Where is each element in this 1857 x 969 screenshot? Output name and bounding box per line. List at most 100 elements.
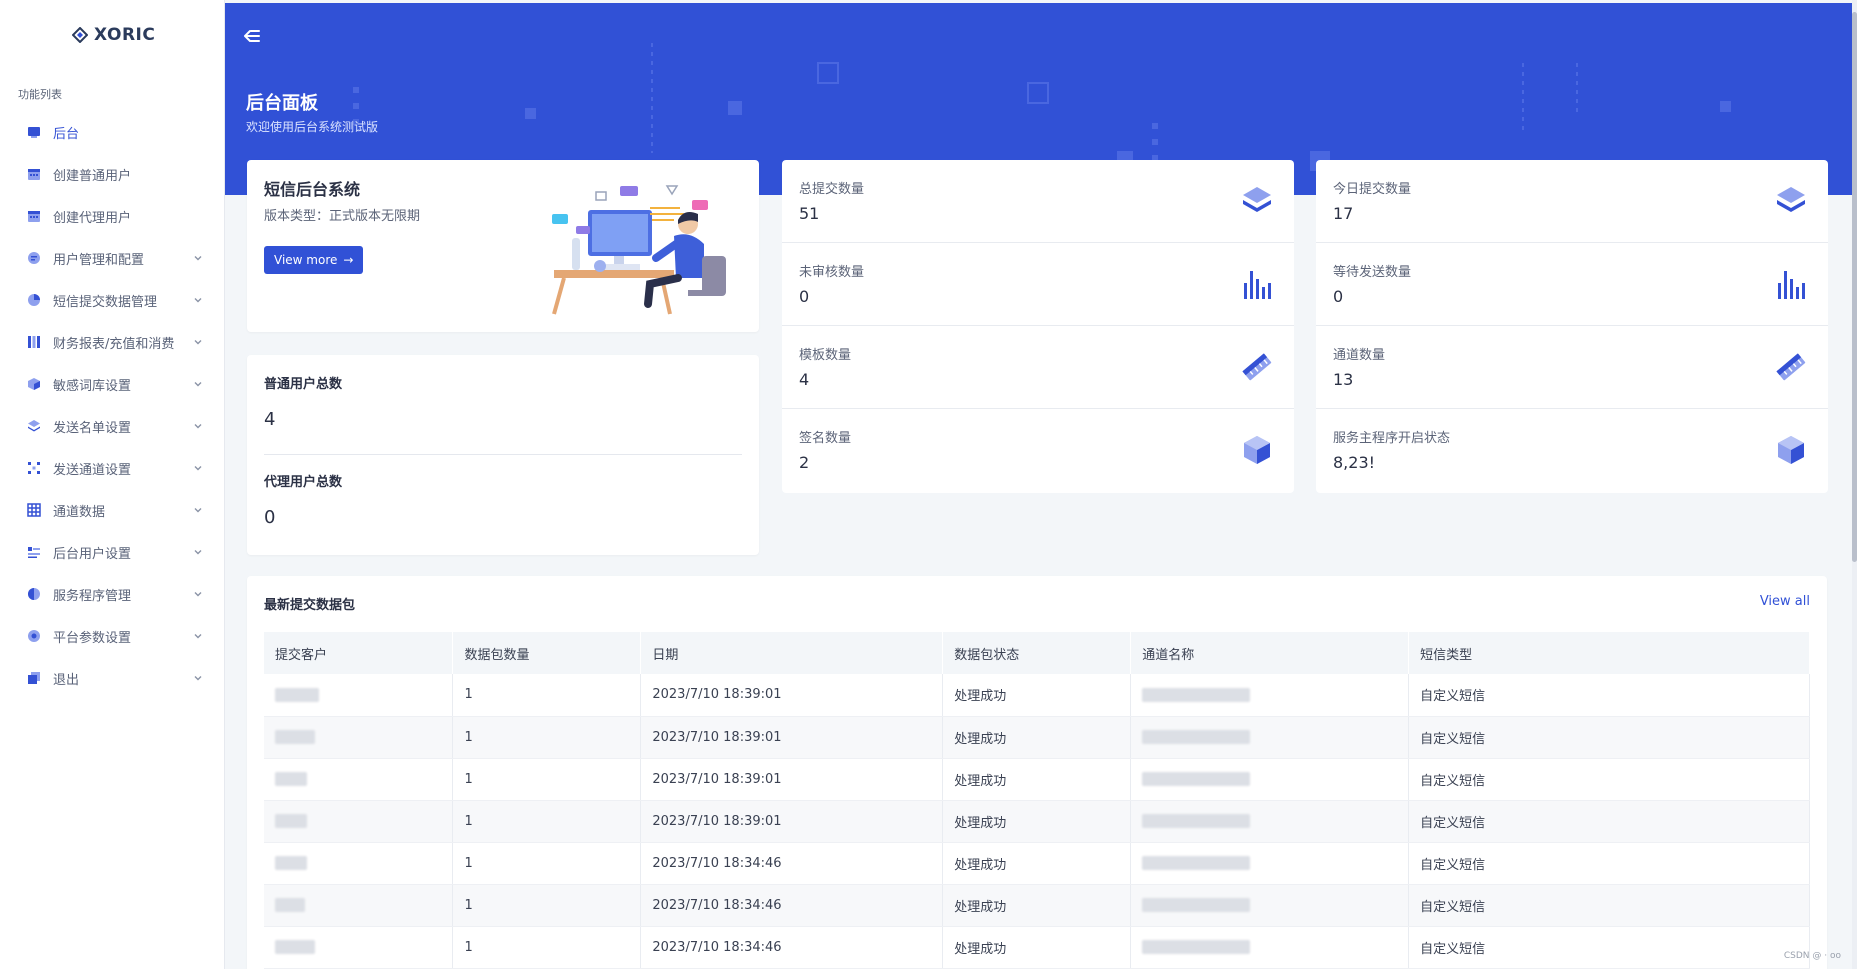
stat-label: 等待发送数量	[1333, 265, 1412, 280]
table-row[interactable]: 1 2023/7/10 18:39:01 处理成功 自定义短信	[264, 674, 1810, 717]
table-row[interactable]: 1 2023/7/10 18:39:01 处理成功 自定义短信	[264, 716, 1810, 759]
count-cell: 1	[452, 842, 642, 885]
channel-cell	[1130, 800, 1410, 843]
sidebar-menu: 后台创建普通用户创建代理用户 用户管理和配置 短信提交数据管理财务报表/充值和消费敏…	[0, 111, 225, 699]
customer-cell	[264, 800, 454, 843]
sidebar-item-4[interactable]: 短信提交数据管理	[0, 279, 225, 321]
bar-chart-icon	[1244, 271, 1271, 299]
type-cell: 自定义短信	[1408, 758, 1810, 801]
sidebar-item-10[interactable]: 后台用户设置	[0, 531, 225, 573]
sidebar-caption: 功能列表	[18, 88, 62, 101]
stat-tile: 服务主程序开启状态 8,23!	[1316, 409, 1828, 492]
status-cell: 处理成功	[942, 842, 1132, 885]
sidebar-item-12[interactable]: 平台参数设置	[0, 615, 225, 657]
stat-value: 4	[799, 370, 810, 389]
column-header[interactable]: 数据包数量	[452, 632, 642, 674]
sidebar-item-label: 发送通道设置	[53, 462, 132, 478]
channel-cell	[1130, 716, 1410, 759]
agent-users-value: 0	[264, 507, 276, 528]
copy-icon	[28, 672, 40, 684]
redacted-customer	[275, 687, 319, 702]
stat-value: 51	[799, 204, 820, 223]
ruler-icon	[1776, 353, 1806, 381]
layers-icon	[1243, 187, 1271, 212]
count-cell: 1	[452, 674, 642, 717]
view-all-link[interactable]: View all	[1760, 594, 1810, 609]
customer-cell	[264, 674, 454, 717]
sidebar-item-label: 退出	[53, 672, 80, 688]
table-header-row: 提交客户 数据包数量 日期 数据包状态 通道名称 短信类型	[264, 632, 1810, 674]
normal-users-label: 普通用户总数	[264, 377, 343, 392]
stat-label: 通道数量	[1333, 348, 1386, 363]
sidebar-item-0[interactable]: 后台	[0, 111, 225, 153]
chevron-down-icon	[194, 382, 202, 387]
column-header[interactable]: 提交客户	[264, 632, 454, 674]
type-cell: 自定义短信	[1408, 842, 1810, 885]
date-cell: 2023/7/10 18:34:46	[640, 842, 944, 885]
sidebar-item-label: 敏感词库设置	[53, 378, 132, 394]
sidebar-item-7[interactable]: 发送名单设置	[0, 405, 225, 447]
chevron-down-icon	[194, 256, 202, 261]
type-cell: 自定义短信	[1408, 926, 1810, 969]
column-header[interactable]: 日期	[640, 632, 944, 674]
chevron-down-icon	[194, 466, 202, 471]
list-icon	[28, 547, 40, 558]
sidebar-item-11[interactable]: 服务程序管理	[0, 573, 225, 615]
status-cell: 处理成功	[942, 716, 1132, 759]
packets-table: 提交客户 数据包数量 日期 数据包状态 通道名称 短信类型 1 2023/7/10 18:3…	[264, 632, 1810, 969]
stat-tile: 今日提交数量 17	[1316, 160, 1828, 243]
sidebar-item-label: 通道数据	[53, 504, 106, 520]
sidebar-item-5[interactable]: 财务报表/充值和消费	[0, 321, 225, 363]
stat-tile: 总提交数量 51	[782, 160, 1294, 243]
table-row[interactable]: 1 2023/7/10 18:39:01 处理成功 自定义短信	[264, 800, 1810, 843]
page-title: 后台面板	[246, 93, 318, 114]
agent-users-label: 代理用户总数	[264, 475, 343, 490]
table-row[interactable]: 1 2023/7/10 18:39:01 处理成功 自定义短信	[264, 758, 1810, 801]
stat-label: 服务主程序开启状态	[1333, 431, 1451, 446]
stat-value: 0	[799, 287, 810, 306]
column-header[interactable]: 短信类型	[1408, 632, 1810, 674]
stat-value: 17	[1333, 204, 1354, 223]
sidebar-item-label: 创建普通用户	[53, 168, 132, 184]
column-header[interactable]: 数据包状态	[942, 632, 1132, 674]
table-row[interactable]: 1 2023/7/10 18:34:46 处理成功 自定义短信	[264, 926, 1810, 969]
channel-cell	[1130, 674, 1410, 717]
date-cell: 2023/7/10 18:39:01	[640, 758, 944, 801]
redacted-customer	[275, 772, 307, 786]
table-row[interactable]: 1 2023/7/10 18:34:46 处理成功 自定义短信	[264, 842, 1810, 885]
count-cell: 1	[452, 884, 642, 927]
cube-icon	[1244, 436, 1270, 464]
customer-cell	[264, 842, 454, 885]
column-header[interactable]: 通道名称	[1130, 632, 1410, 674]
date-cell: 2023/7/10 18:39:01	[640, 716, 944, 759]
sidebar-item-13[interactable]: 退出	[0, 657, 225, 699]
sidebar-item-8[interactable]: 发送通道设置	[0, 447, 225, 489]
type-cell: 自定义短信	[1408, 716, 1810, 759]
redacted-customer	[275, 856, 307, 870]
sidebar-item-3[interactable]: 用户管理和配置	[0, 237, 225, 279]
pie-icon	[28, 588, 40, 600]
date-cell: 2023/7/10 18:34:46	[640, 926, 944, 969]
status-cell: 处理成功	[942, 926, 1132, 969]
date-cell: 2023/7/10 18:39:01	[640, 674, 944, 717]
stat-tile: 模板数量 4	[782, 326, 1294, 409]
sidebar-item-2[interactable]: 创建代理用户	[0, 195, 225, 237]
menu-collapse-icon[interactable]	[241, 25, 263, 47]
sidebar-item-label: 财务报表/充值和消费	[53, 336, 175, 352]
page-subtitle: 欢迎使用后台系统测试版	[246, 120, 379, 134]
customer-cell	[264, 926, 454, 969]
brand-logo[interactable]: XORIC	[72, 22, 155, 48]
view-more-button[interactable]: View more →	[264, 246, 364, 274]
sidebar-item-1[interactable]: 创建普通用户	[0, 153, 225, 195]
chevron-down-icon	[194, 424, 202, 429]
table-row[interactable]: 1 2023/7/10 18:34:46 处理成功 自定义短信	[264, 884, 1810, 927]
sidebar-item-9[interactable]: 通道数据	[0, 489, 225, 531]
normal-users-value: 4	[264, 409, 276, 430]
sidebar-item-6[interactable]: 敏感词库设置	[0, 363, 225, 405]
scrollbar-thumb[interactable]	[1852, 12, 1857, 562]
welcome-card: 短信后台系统 版本类型：正式版本无限期 View more →	[247, 160, 759, 332]
welcome-title: 短信后台系统	[264, 180, 361, 199]
diamond-logo-icon	[72, 27, 88, 43]
dashboard-icon	[28, 127, 40, 138]
stat-label: 模板数量	[799, 348, 852, 363]
